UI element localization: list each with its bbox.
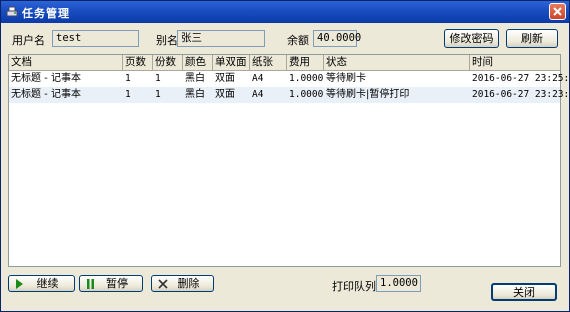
cell-time: 2016-06-27 23:25:29 <box>472 73 570 84</box>
queue-field[interactable]: 1.0000 <box>376 275 421 292</box>
cell-copies: 1 <box>155 89 161 100</box>
column-header-time[interactable]: 时间 <box>470 55 560 70</box>
cell-document: 无标题 - 记事本 <box>11 89 81 100</box>
close-button[interactable]: 关闭 <box>491 283 557 301</box>
task-table: 文档 页数 份数 颜色 单双面 纸张 费用 状态 时间 无标题 - 记事本 1 … <box>8 54 570 267</box>
refresh-button[interactable]: 刷新 <box>506 29 558 48</box>
close-icon <box>553 7 562 16</box>
table-row[interactable]: 无标题 - 记事本 1 1 黑白 双面 A4 1.0000 等待刷卡|暂停打印 … <box>9 87 570 103</box>
column-header-pages[interactable]: 页数 <box>123 55 153 70</box>
cell-fee: 1.0000 <box>289 73 324 84</box>
cell-document: 无标题 - 记事本 <box>11 73 81 84</box>
pause-icon <box>87 279 94 289</box>
column-header-copies[interactable]: 份数 <box>153 55 183 70</box>
user-field[interactable]: test <box>52 30 139 47</box>
task-manager-window: 任务管理 用户名 test 别名 张三 余额 40.0000 修改密码 刷新 文… <box>0 0 570 312</box>
cell-pages: 1 <box>125 89 131 100</box>
cell-color: 黑白 <box>185 73 205 84</box>
continue-label: 继续 <box>36 277 59 290</box>
alias-field[interactable]: 张三 <box>177 30 265 47</box>
balance-label: 余额 <box>287 34 309 47</box>
play-icon <box>16 279 23 289</box>
delete-button[interactable]: 删除 <box>151 275 214 292</box>
change-password-button[interactable]: 修改密码 <box>444 29 499 48</box>
cell-time: 2016-06-27 23:23:12 <box>472 89 570 100</box>
pause-button[interactable]: 暂停 <box>79 275 143 292</box>
window-close-button[interactable] <box>549 3 566 20</box>
queue-label: 打印队列 <box>332 280 376 293</box>
continue-button[interactable]: 继续 <box>8 275 75 292</box>
cell-copies: 1 <box>155 73 161 84</box>
pause-label: 暂停 <box>106 277 128 290</box>
window-title: 任务管理 <box>22 7 70 20</box>
cell-paper: A4 <box>252 89 264 100</box>
table-header: 文档 页数 份数 颜色 单双面 纸张 费用 状态 时间 <box>9 55 560 71</box>
cell-status: 等待刷卡|暂停打印 <box>326 89 410 100</box>
cell-pages: 1 <box>125 73 131 84</box>
column-header-color[interactable]: 颜色 <box>183 55 213 70</box>
cell-duplex: 双面 <box>215 73 235 84</box>
title-bar: 任务管理 <box>1 1 569 23</box>
alias-label: 别名 <box>156 34 178 47</box>
column-header-paper[interactable]: 纸张 <box>250 55 287 70</box>
user-label: 用户名 <box>12 34 45 47</box>
table-row[interactable]: 无标题 - 记事本 1 1 黑白 双面 A4 1.0000 等待刷卡 2016-… <box>9 71 570 87</box>
balance-field[interactable]: 40.0000 <box>313 30 361 47</box>
column-header-duplex[interactable]: 单双面 <box>213 55 250 70</box>
delete-label: 删除 <box>177 277 200 290</box>
x-icon <box>158 279 168 289</box>
column-header-fee[interactable]: 费用 <box>287 55 324 70</box>
printer-app-icon <box>5 5 19 19</box>
cell-status: 等待刷卡 <box>326 73 366 84</box>
cell-color: 黑白 <box>185 89 205 100</box>
cell-fee: 1.0000 <box>289 89 324 100</box>
column-header-document[interactable]: 文档 <box>9 55 123 70</box>
cell-duplex: 双面 <box>215 89 235 100</box>
column-header-status[interactable]: 状态 <box>324 55 470 70</box>
cell-paper: A4 <box>252 73 264 84</box>
